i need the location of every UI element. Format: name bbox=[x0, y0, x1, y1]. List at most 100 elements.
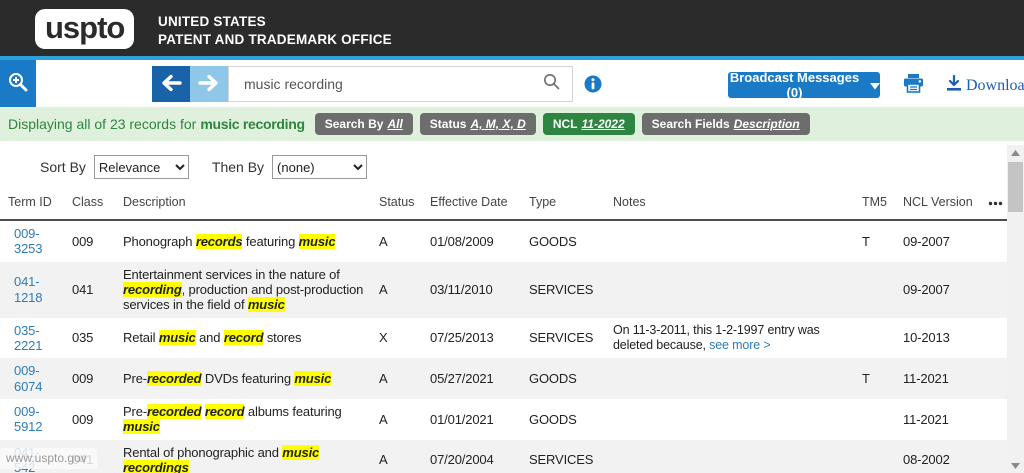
notes-cell bbox=[605, 414, 854, 424]
term-id-cell: 009-5912 bbox=[0, 399, 64, 440]
filter-pill-status[interactable]: StatusA, M, X, D bbox=[420, 113, 536, 135]
table-row: 041-542041Rental of phonographic and mus… bbox=[0, 440, 1007, 473]
filter-pill-value: All bbox=[387, 117, 402, 131]
effective-date-cell: 01/08/2009 bbox=[422, 229, 521, 254]
filter-pill-search-fields[interactable]: Search FieldsDescription bbox=[642, 113, 810, 135]
col-header-term-id[interactable]: Term ID bbox=[0, 195, 64, 209]
highlighted-term: record bbox=[205, 404, 245, 419]
text-segment: Entertainment services in the nature of bbox=[123, 267, 340, 282]
class-cell: 035 bbox=[64, 325, 115, 350]
results-query: music recording bbox=[200, 116, 304, 132]
row-menu-cell bbox=[977, 455, 1007, 465]
see-more-link[interactable]: see more > bbox=[709, 338, 770, 352]
class-cell: 009 bbox=[64, 407, 115, 432]
status-cell: A bbox=[371, 366, 422, 391]
print-button[interactable] bbox=[903, 73, 924, 96]
sort-controls: Sort By Relevance Then By (none) bbox=[0, 141, 1024, 179]
col-header-effective-date[interactable]: Effective Date bbox=[422, 195, 521, 209]
then-by-select[interactable]: (none) bbox=[272, 155, 367, 179]
forward-arrow-icon bbox=[197, 73, 221, 96]
text-segment: DVDs featuring bbox=[201, 371, 294, 386]
col-header-description[interactable]: Description bbox=[115, 195, 371, 209]
search-icon[interactable] bbox=[543, 73, 560, 95]
description-cell: Entertainment services in the nature of … bbox=[115, 262, 371, 318]
table-row: 009-5912009Pre-recorded record albums fe… bbox=[0, 399, 1007, 440]
filter-pill-ncl[interactable]: NCL11-2022 bbox=[543, 113, 635, 135]
vertical-scrollbar[interactable] bbox=[1007, 145, 1024, 473]
type-cell: SERVICES bbox=[521, 447, 605, 472]
col-header-class[interactable]: Class bbox=[64, 195, 115, 209]
search-box bbox=[228, 66, 573, 102]
description-cell: Phonograph records featuring music bbox=[115, 229, 371, 254]
term-id-link[interactable]: 041-1218 bbox=[14, 274, 50, 305]
effective-date-cell: 07/25/2013 bbox=[422, 325, 521, 350]
term-id-link[interactable]: 009-6074 bbox=[14, 363, 50, 394]
description-cell: Retail music and record stores bbox=[115, 325, 371, 350]
class-cell: 041 bbox=[64, 277, 115, 302]
results-status-bar: Displaying all of 23 records for music r… bbox=[0, 107, 1024, 141]
term-id-cell: 009-6074 bbox=[0, 358, 64, 399]
notes-cell: On 11-3-2011, this 1-2-1997 entry was de… bbox=[605, 318, 854, 358]
notes-cell bbox=[605, 285, 854, 295]
link-url-statusbar: www.uspto.gov bbox=[0, 448, 97, 469]
scrollbar-thumb[interactable] bbox=[1008, 162, 1023, 212]
highlighted-term: music bbox=[123, 419, 160, 434]
table-row: 035-2221 035Retail music and record store… bbox=[0, 318, 1007, 359]
scroll-down-arrow-icon[interactable] bbox=[1007, 458, 1024, 473]
sort-by-label: Sort By bbox=[40, 159, 86, 175]
text-segment: Phonograph bbox=[123, 234, 196, 249]
back-arrow-icon bbox=[159, 73, 183, 96]
text-segment: and bbox=[196, 330, 224, 345]
more-columns-button[interactable] bbox=[977, 193, 1007, 211]
text-segment: Pre- bbox=[123, 371, 147, 386]
status-cell: A bbox=[371, 407, 422, 432]
highlighted-term: records bbox=[196, 234, 243, 249]
highlighted-term: recordings bbox=[123, 460, 189, 473]
notes-cell bbox=[605, 374, 854, 384]
scroll-up-arrow-icon[interactable] bbox=[1007, 145, 1024, 160]
search-input[interactable] bbox=[229, 76, 543, 92]
broadcast-messages-button[interactable]: Broadcast Messages (0) bbox=[728, 72, 880, 98]
term-id-cell: 009-3253 bbox=[0, 221, 64, 262]
download-icon bbox=[946, 75, 962, 96]
text-segment: albums featuring bbox=[244, 404, 341, 419]
tm5-cell bbox=[854, 455, 895, 465]
status-cell: A bbox=[371, 447, 422, 472]
type-cell: GOODS bbox=[521, 407, 605, 432]
table-row: 041-1218041Entertainment services in the… bbox=[0, 262, 1007, 318]
col-header-ncl-version[interactable]: NCL Version bbox=[895, 195, 977, 209]
col-header-type[interactable]: Type bbox=[521, 195, 605, 209]
ncl-version-cell: 11-2021 bbox=[895, 407, 977, 432]
forward-button[interactable] bbox=[190, 66, 228, 102]
info-icon[interactable] bbox=[584, 75, 602, 98]
sort-by-select[interactable]: Relevance bbox=[94, 155, 189, 179]
then-by-label: Then By bbox=[212, 159, 264, 175]
col-header-tm5[interactable]: TM5 bbox=[854, 195, 895, 209]
back-button[interactable] bbox=[152, 66, 190, 102]
search-toolbar: Broadcast Messages (0) Download bbox=[0, 60, 1024, 107]
col-header-notes[interactable]: Notes bbox=[605, 195, 854, 209]
ncl-version-cell: 09-2007 bbox=[895, 229, 977, 254]
term-id-link[interactable]: 009-3253 bbox=[14, 226, 50, 257]
term-id-cell: 041-1218 bbox=[0, 269, 64, 310]
download-link[interactable]: Download bbox=[946, 75, 1024, 96]
filter-pill-search-by[interactable]: Search ByAll bbox=[315, 113, 413, 135]
filter-pill-value: Description bbox=[734, 117, 800, 131]
table-row: 009-3253009Phonograph records featuring … bbox=[0, 221, 1007, 262]
status-cell: A bbox=[371, 229, 422, 254]
text-segment: Rental of phonographic and bbox=[123, 445, 282, 460]
notes-cell bbox=[605, 236, 854, 246]
term-id-link[interactable]: 009-5912 bbox=[14, 404, 50, 435]
results-message: Displaying all of 23 records for bbox=[8, 116, 196, 132]
type-cell: SERVICES bbox=[521, 325, 605, 350]
agency-line2: PATENT AND TRADEMARK OFFICE bbox=[158, 31, 392, 49]
download-label: Download bbox=[966, 77, 1024, 95]
term-id-link[interactable]: 035-2221 bbox=[14, 323, 50, 354]
ellipsis-menu-icon bbox=[988, 193, 1003, 211]
col-header-status[interactable]: Status bbox=[371, 195, 422, 209]
row-menu-cell bbox=[977, 236, 1007, 246]
ncl-version-cell: 09-2007 bbox=[895, 277, 977, 302]
zoom-search-button[interactable] bbox=[0, 60, 36, 107]
table-header: Term ID Class Description Status Effecti… bbox=[0, 193, 1007, 221]
app-header: uspto UNITED STATES PATENT AND TRADEMARK… bbox=[0, 0, 1024, 60]
